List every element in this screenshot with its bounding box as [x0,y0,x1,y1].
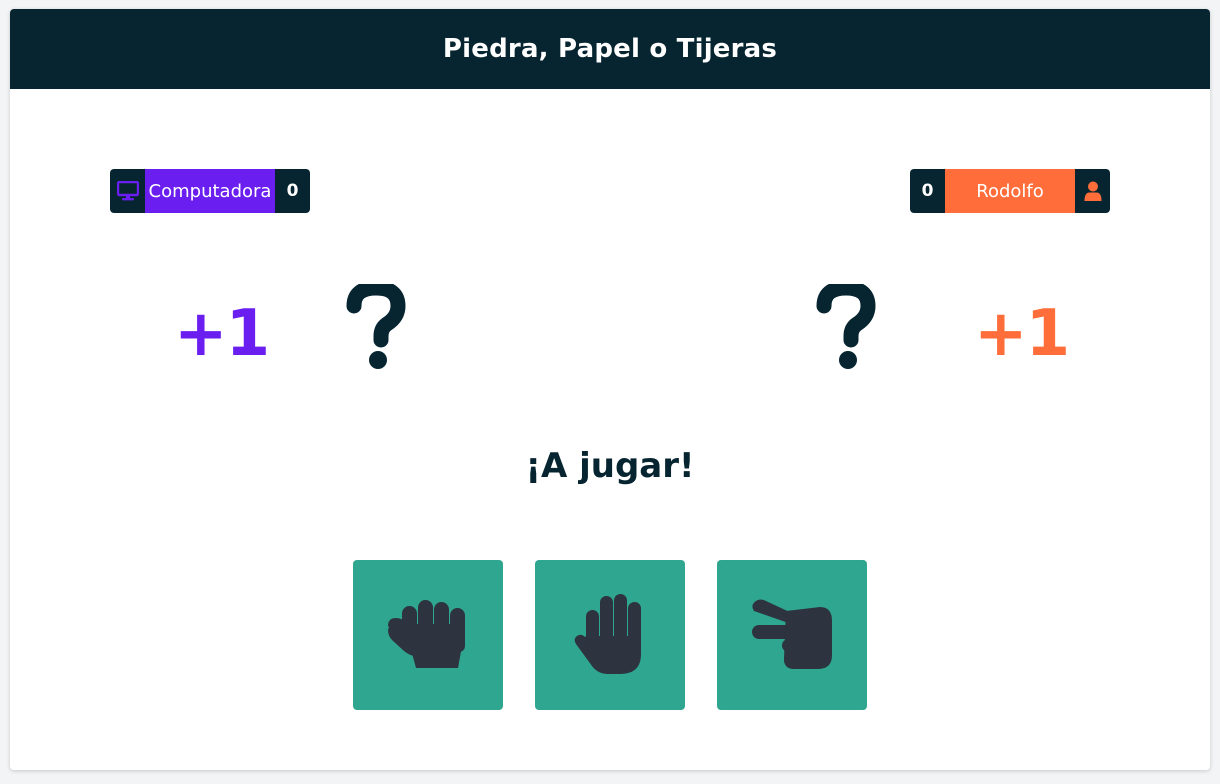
fist-icon [386,596,470,675]
computer-scoreboard: Computadora 0 [110,169,310,213]
scissors-button[interactable] [717,560,867,710]
player-choice-question-mark-icon [816,280,876,374]
rock-button[interactable] [353,560,503,710]
computer-name: Computadora [145,169,275,213]
header-bar: Piedra, Papel o Tijeras [10,9,1210,89]
open-hand-icon [572,592,648,679]
computer-choice-question-mark-icon [346,280,406,374]
computer-plus-one: +1 [174,297,270,371]
paper-button[interactable] [535,560,685,710]
player-score: 0 [921,181,934,201]
player-plus-one: +1 [974,297,1070,371]
user-icon [1075,169,1110,213]
page-title: Piedra, Papel o Tijeras [442,34,778,64]
game-card: Piedra, Papel o Tijeras Computadora 0 0 … [10,9,1210,770]
peace-hand-icon [750,597,834,674]
monitor-icon [110,169,145,213]
status-message: ¡A jugar! [525,446,695,486]
player-scoreboard: 0 Rodolfo [910,169,1110,213]
player-name: Rodolfo [945,169,1075,213]
computer-score: 0 [286,181,299,201]
